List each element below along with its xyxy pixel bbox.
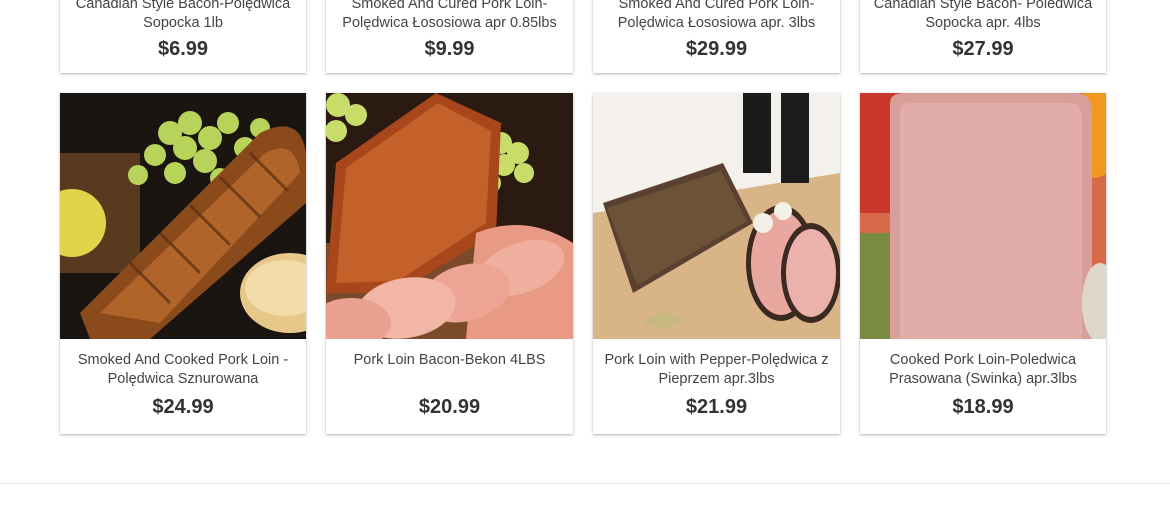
product-title[interactable]: Pork Loin with Pepper-Polędwica z Pieprz… bbox=[593, 351, 840, 389]
pork-loin-bacon-photo[interactable] bbox=[326, 93, 573, 339]
product-price: $24.99 bbox=[152, 396, 214, 418]
product-grid-top-row: Canadian Style Bacon-Polędwica Sopocka 1… bbox=[60, 0, 1106, 73]
product-title[interactable]: Pork Loin Bacon-Bekon 4LBS bbox=[326, 351, 573, 389]
product-card[interactable]: Canadian Style Bacon- Poledwica Sopocka … bbox=[860, 0, 1106, 73]
product-title[interactable]: Smoked And Cured Pork Loin- Polędwica Ło… bbox=[326, 0, 573, 33]
product-card[interactable]: Smoked And Cured Pork Loin- Polędwica Ło… bbox=[326, 0, 573, 73]
product-card[interactable]: Smoked And Cooked Pork Loin - Polędwica … bbox=[60, 93, 306, 434]
product-grid-row: Smoked And Cooked Pork Loin - Polędwica … bbox=[60, 93, 1106, 434]
smoked-tied-pork-loin-photo[interactable] bbox=[60, 93, 306, 339]
product-card[interactable]: Pork Loin Bacon-Bekon 4LBS $20.99 bbox=[326, 93, 573, 434]
product-price: $18.99 bbox=[952, 396, 1014, 418]
product-card[interactable]: Smoked And Cured Pork Loin- Polędwica Ło… bbox=[593, 0, 840, 73]
product-title[interactable]: Canadian Style Bacon-Polędwica Sopocka 1… bbox=[60, 0, 306, 33]
product-card[interactable]: Cooked Pork Loin-Poledwica Prasowana (Sw… bbox=[860, 93, 1106, 434]
product-price: $21.99 bbox=[685, 396, 748, 418]
product-card[interactable]: Canadian Style Bacon-Polędwica Sopocka 1… bbox=[60, 0, 306, 73]
product-price: $27.99 bbox=[952, 38, 1014, 60]
product-title[interactable]: Smoked And Cured Pork Loin- Polędwica Ło… bbox=[593, 0, 840, 33]
product-title[interactable]: Smoked And Cooked Pork Loin - Polędwica … bbox=[60, 351, 306, 389]
product-card[interactable]: Pork Loin with Pepper-Polędwica z Pieprz… bbox=[593, 93, 840, 434]
pressed-pork-loin-photo[interactable] bbox=[860, 93, 1106, 339]
section-divider bbox=[0, 483, 1170, 484]
product-price: $20.99 bbox=[418, 396, 481, 418]
product-price: $6.99 bbox=[157, 38, 209, 60]
peppered-pork-loin-photo[interactable] bbox=[593, 93, 840, 339]
product-price: $29.99 bbox=[685, 38, 748, 60]
product-title[interactable]: Cooked Pork Loin-Poledwica Prasowana (Sw… bbox=[860, 351, 1106, 389]
product-title[interactable]: Canadian Style Bacon- Poledwica Sopocka … bbox=[860, 0, 1106, 33]
product-price: $9.99 bbox=[424, 38, 475, 60]
